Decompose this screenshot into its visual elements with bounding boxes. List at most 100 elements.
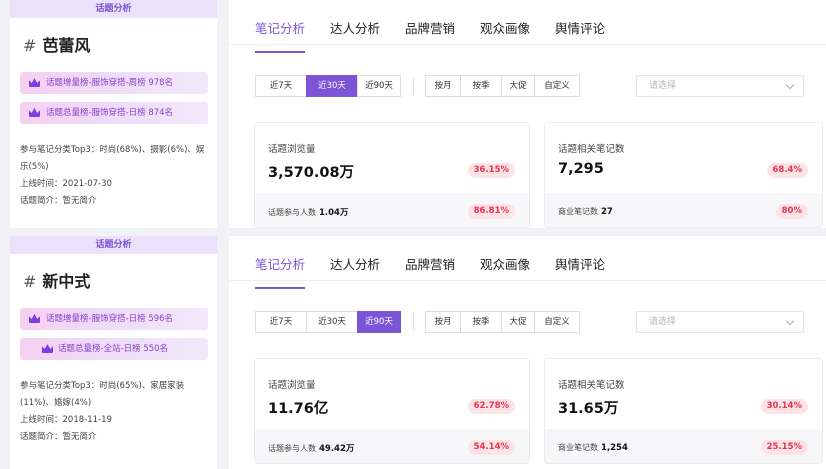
time-7d-button[interactable]: 近7天: [255, 311, 307, 333]
topic-meta: 参与笔记分类Top3：时尚(65%)、家居家装(11%)、婚嫁(4%) 上线时间…: [20, 378, 210, 446]
sub-stat: 话题参与人数 1.04万: [268, 206, 348, 218]
topic-intro: 话题简介：暂无简介: [20, 196, 97, 206]
sub-stat-value: 1.04万: [319, 208, 349, 218]
hash-icon: #: [23, 272, 37, 291]
stat-sub-row: 商业笔记数 1,254 25.15%: [545, 429, 822, 463]
time-7d-button[interactable]: 近7天: [255, 75, 307, 97]
topic-meta: 参与笔记分类Top3：时尚(68%)、摄影(6%)、娱乐(5%) 上线时间：20…: [20, 142, 210, 210]
time-90d-button[interactable]: 近90天: [357, 75, 401, 97]
analysis-main: 笔记分析 达人分析 品牌营销 观众画像 舆情评论 近7天 近30天 近90天 按…: [229, 236, 826, 469]
topic-panel-2: 话题分析 # 新中式 话题增量榜-服饰穿搭-日榜 596名 话题总量榜-全站-日榜…: [0, 236, 826, 469]
tab-sentiment-comments[interactable]: 舆情评论: [555, 18, 605, 37]
chevron-down-icon: [785, 316, 795, 326]
custom-button[interactable]: 自定义: [534, 311, 580, 333]
sub-stat-value: 1,254: [601, 443, 628, 453]
topic-name: 芭蕾风: [42, 36, 91, 55]
stat-label: 话题浏览量: [268, 144, 316, 155]
time-30d-button[interactable]: 近30天: [306, 311, 358, 333]
stat-sub-row: 话题参与人数 1.04万 86.81%: [255, 193, 529, 227]
stat-label: 话题浏览量: [268, 380, 316, 391]
topic-sidebar: 话题分析 # 芭蕾风 话题增量榜-服饰穿搭-周榜 978名 话题总量榜-服饰穿搭-…: [10, 0, 217, 228]
tab-audience-profile[interactable]: 观众画像: [480, 254, 530, 273]
sub-stat: 话题参与人数 49.42万: [268, 442, 354, 454]
by-quarter-button[interactable]: 按季: [460, 75, 502, 97]
stat-sub-row: 商业笔记数 27 80%: [545, 193, 822, 227]
select-placeholder: 请选择: [649, 317, 677, 327]
stat-label: 话题相关笔记数: [558, 380, 625, 391]
sub-stat-change-badge: 80%: [775, 204, 808, 219]
sub-stat-label: 话题参与人数: [268, 444, 316, 453]
filter-bar: 近7天 近30天 近90天 按月 按季 大促 自定义 请选择: [255, 311, 815, 333]
rank-label: 话题增量榜-服饰穿搭-周榜 978名: [46, 78, 174, 88]
category-top3: 参与笔记分类Top3：时尚(68%)、摄影(6%)、娱乐(5%): [20, 145, 205, 172]
stat-change-badge: 36.15%: [467, 163, 515, 178]
stat-value: 11.76亿: [268, 401, 329, 417]
crown-icon: [29, 78, 40, 87]
online-date: 上线时间：2021-07-30: [20, 179, 112, 189]
rank-label: 话题总量榜-全站-日榜 550名: [58, 344, 169, 354]
tab-bar: 笔记分析 达人分析 品牌营销 观众画像 舆情评论: [229, 0, 826, 53]
rank-label: 话题总量榜-服饰穿搭-日榜 874名: [46, 108, 174, 118]
stat-card-views: 话题浏览量 11.76亿 62.78% 话题参与人数 49.42万 54.14%: [254, 358, 530, 464]
time-90d-button[interactable]: 近90天: [357, 311, 401, 333]
stat-change-badge: 62.78%: [467, 399, 515, 414]
hash-icon: #: [23, 36, 37, 55]
stat-sub-row: 话题参与人数 49.42万 54.14%: [255, 429, 529, 463]
stat-value: 3,570.08万: [268, 165, 355, 181]
sub-stat: 商业笔记数 1,254: [558, 442, 628, 453]
sub-stat-label: 商业笔记数: [558, 207, 598, 216]
sub-stat-label: 话题参与人数: [268, 208, 316, 217]
topic-sidebar: 话题分析 # 新中式 话题增量榜-服饰穿搭-日榜 596名 话题总量榜-全站-日榜…: [10, 236, 217, 469]
promo-button[interactable]: 大促: [501, 75, 535, 97]
sub-stat-change-badge: 25.15%: [760, 440, 808, 455]
stat-change-badge: 30.14%: [760, 399, 808, 414]
analysis-main: 笔记分析 达人分析 品牌营销 观众画像 舆情评论 近7天 近30天 近90天 按…: [229, 0, 826, 228]
time-30d-button[interactable]: 近30天: [306, 75, 358, 97]
rank-badge[interactable]: 话题总量榜-全站-日榜 550名: [20, 338, 208, 360]
rank-badge[interactable]: 话题增量榜-服饰穿搭-周榜 978名: [20, 72, 208, 94]
topic-title: # 芭蕾风: [23, 32, 217, 56]
tab-audience-profile[interactable]: 观众画像: [480, 18, 530, 37]
stat-card-notes: 话题相关笔记数 31.65万 30.14% 商业笔记数 1,254 25.15%: [544, 358, 823, 464]
period-select[interactable]: 请选择: [636, 75, 804, 97]
by-month-button[interactable]: 按月: [425, 75, 461, 97]
sub-stat: 商业笔记数 27: [558, 206, 613, 217]
stat-value: 7,295: [558, 161, 604, 177]
filter-bar: 近7天 近30天 近90天 按月 按季 大促 自定义 请选择: [255, 75, 815, 97]
stat-change-badge: 68.4%: [766, 163, 808, 178]
tab-note-analysis[interactable]: 笔记分析: [255, 254, 306, 289]
by-quarter-button[interactable]: 按季: [460, 311, 502, 333]
tab-sentiment-comments[interactable]: 舆情评论: [555, 254, 605, 273]
tab-brand-marketing[interactable]: 品牌营销: [405, 18, 455, 37]
stat-card-views: 话题浏览量 3,570.08万 36.15% 话题参与人数 1.04万 86.81…: [254, 122, 530, 228]
tab-kol-analysis[interactable]: 达人分析: [330, 18, 380, 37]
crown-icon: [42, 344, 53, 353]
sub-stat-value: 27: [601, 207, 613, 217]
by-month-button[interactable]: 按月: [425, 311, 461, 333]
stat-card-notes: 话题相关笔记数 7,295 68.4% 商业笔记数 27 80%: [544, 122, 823, 228]
custom-button[interactable]: 自定义: [534, 75, 580, 97]
online-date: 上线时间：2018-11-19: [20, 415, 112, 425]
tab-bar: 笔记分析 达人分析 品牌营销 观众画像 舆情评论: [229, 236, 826, 289]
tab-note-analysis[interactable]: 笔记分析: [255, 18, 306, 53]
rank-badge[interactable]: 话题总量榜-服饰穿搭-日榜 874名: [20, 102, 208, 124]
crown-icon: [29, 314, 40, 323]
category-top3: 参与笔记分类Top3：时尚(65%)、家居家装(11%)、婚嫁(4%): [20, 381, 185, 408]
tab-kol-analysis[interactable]: 达人分析: [330, 254, 380, 273]
sub-stat-change-badge: 86.81%: [467, 204, 515, 219]
filter-divider: [413, 77, 414, 95]
crown-icon: [29, 108, 40, 117]
promo-button[interactable]: 大促: [501, 311, 535, 333]
period-select[interactable]: 请选择: [636, 311, 804, 333]
sub-stat-change-badge: 54.14%: [467, 440, 515, 455]
sidebar-header: 话题分析: [10, 236, 217, 254]
rank-label: 话题增量榜-服饰穿搭-日榜 596名: [46, 314, 174, 324]
filter-divider: [413, 313, 414, 331]
sub-stat-value: 49.42万: [319, 444, 355, 454]
select-placeholder: 请选择: [649, 81, 677, 91]
tab-brand-marketing[interactable]: 品牌营销: [405, 254, 455, 273]
rank-badge[interactable]: 话题增量榜-服饰穿搭-日榜 596名: [20, 308, 208, 330]
topic-intro: 话题简介：暂无简介: [20, 432, 97, 442]
sub-stat-label: 商业笔记数: [558, 443, 598, 452]
stat-label: 话题相关笔记数: [558, 144, 625, 155]
